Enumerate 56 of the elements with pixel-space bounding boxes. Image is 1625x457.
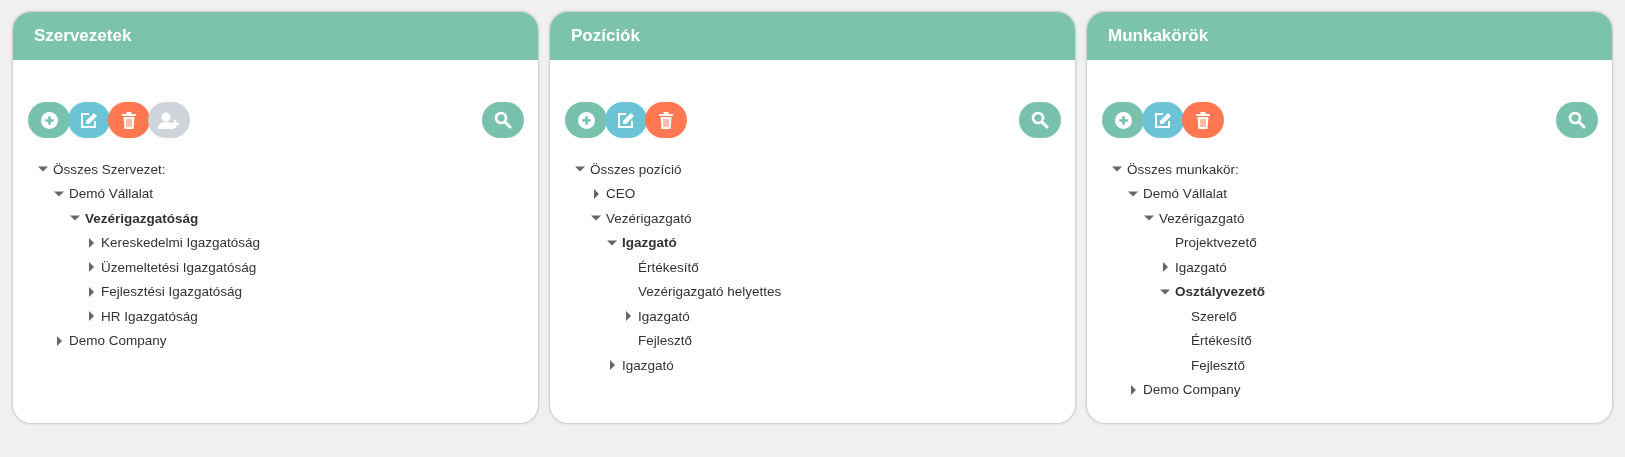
tree-item[interactable]: Fejlesztő xyxy=(638,333,693,349)
panel-title: Pozíciók xyxy=(571,26,640,46)
tree-item[interactable]: Igazgató xyxy=(622,235,677,251)
panel-title: Szervezetek xyxy=(34,26,132,46)
expand-caret-icon[interactable] xyxy=(86,237,96,248)
tree-item[interactable]: Összes pozíció xyxy=(590,161,682,177)
tree-item[interactable]: Igazgató xyxy=(1175,259,1227,275)
edit-icon xyxy=(617,111,635,129)
search-icon xyxy=(1568,111,1586,129)
tree-item[interactable]: Projektvezető xyxy=(1175,235,1257,251)
add-user-icon xyxy=(158,111,180,129)
delete-button[interactable] xyxy=(645,102,687,138)
tree-item[interactable]: Üzemeltetési Igazgatóság xyxy=(101,259,257,275)
expand-caret-icon[interactable] xyxy=(591,188,601,199)
tree-item[interactable]: Osztályvezető xyxy=(1175,284,1266,300)
tree-item[interactable]: Szerelő xyxy=(1191,308,1237,324)
tree-item[interactable]: Igazgató xyxy=(638,308,690,324)
expand-caret-icon[interactable] xyxy=(1160,262,1170,273)
delete-button[interactable] xyxy=(1182,102,1224,138)
tree-item[interactable]: Fejlesztő xyxy=(1191,357,1246,373)
tree-item[interactable]: Értékesítő xyxy=(638,259,699,275)
expand-caret-icon[interactable] xyxy=(86,262,96,273)
tree-item[interactable]: Vezérigazgató helyettes xyxy=(638,284,782,300)
plus-circle-icon xyxy=(1114,111,1132,129)
trash-icon xyxy=(1196,111,1210,129)
tree-item[interactable]: Vezérigazgatóság xyxy=(85,210,199,226)
expand-caret-icon[interactable] xyxy=(54,335,64,346)
delete-button[interactable] xyxy=(108,102,150,138)
tree-item[interactable]: Értékesítő xyxy=(1191,333,1252,349)
edit-icon xyxy=(80,111,98,129)
expand-caret-icon[interactable] xyxy=(1128,384,1138,395)
tree-item[interactable]: Demo Company xyxy=(1143,382,1241,398)
tree-item[interactable]: HR Igazgatóság xyxy=(101,308,198,324)
trash-icon xyxy=(122,111,136,129)
tree-item[interactable]: Kereskedelmi Igazgatóság xyxy=(101,235,261,251)
expand-caret-icon[interactable] xyxy=(607,360,617,371)
tree-item[interactable]: CEO xyxy=(606,186,636,202)
tree-item[interactable]: Összes munkakör: xyxy=(1127,161,1239,177)
plus-circle-icon xyxy=(577,111,595,129)
expand-caret-icon[interactable] xyxy=(623,311,633,322)
tree-item[interactable]: Vezérigazgató xyxy=(606,210,692,226)
tree-item[interactable]: Összes Szervezet: xyxy=(53,161,166,177)
trash-icon xyxy=(659,111,673,129)
search-icon xyxy=(494,111,512,129)
tree-item[interactable]: Demó Vállalat xyxy=(1143,186,1228,202)
tree-item[interactable]: Igazgató xyxy=(622,357,674,373)
tree-item[interactable]: Demo Company xyxy=(69,333,167,349)
panel-title: Munkakörök xyxy=(1108,26,1209,46)
plus-circle-icon xyxy=(40,111,58,129)
search-icon xyxy=(1031,111,1049,129)
edit-icon xyxy=(1154,111,1172,129)
tree-item[interactable]: Demó Vállalat xyxy=(69,186,154,202)
expand-caret-icon[interactable] xyxy=(86,286,96,297)
tree-item[interactable]: Fejlesztési Igazgatóság xyxy=(101,284,243,300)
tree-item[interactable]: Vezérigazgató xyxy=(1159,210,1245,226)
expand-caret-icon[interactable] xyxy=(86,311,96,322)
